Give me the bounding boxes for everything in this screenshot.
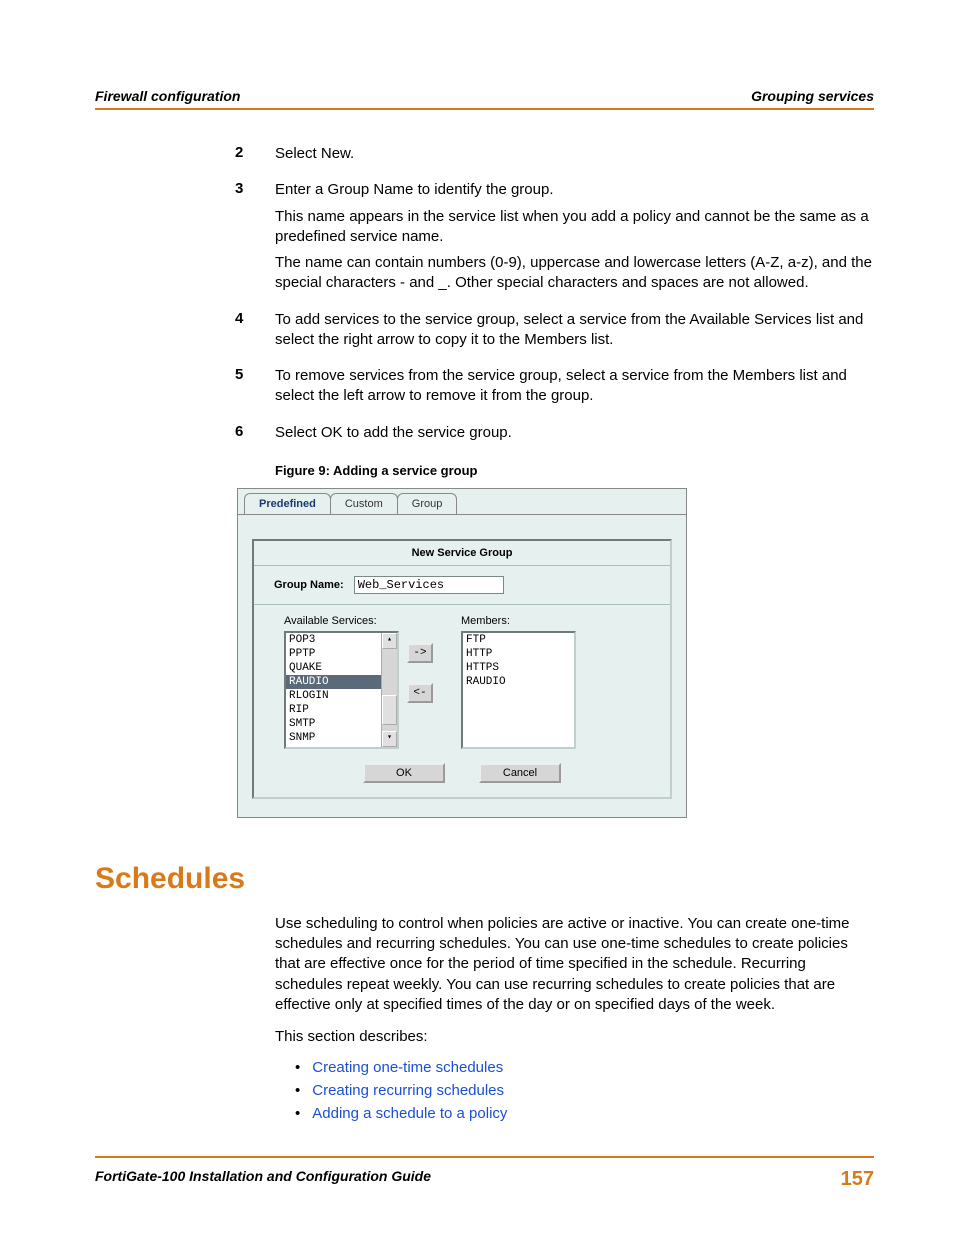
list-item[interactable]: HTTP — [463, 647, 574, 661]
list-item[interactable]: PPTP — [286, 647, 381, 661]
add-arrow-button[interactable]: -> — [407, 643, 433, 663]
cancel-button[interactable]: Cancel — [479, 763, 561, 783]
step-body: Enter a Group Name to identify the group… — [275, 180, 874, 299]
step-5: 5To remove services from the service gro… — [235, 366, 874, 413]
step-number: 2 — [235, 144, 275, 170]
link-item: Adding a schedule to a policy — [295, 1105, 874, 1122]
main-content: 2Select New.3Enter a Group Name to ident… — [95, 144, 874, 818]
cross-reference-link[interactable]: Creating recurring schedules — [312, 1082, 504, 1099]
step-number: 3 — [235, 180, 275, 299]
group-name-input[interactable] — [354, 576, 504, 594]
step-3: 3Enter a Group Name to identify the grou… — [235, 180, 874, 299]
schedules-heading: Schedules — [95, 862, 874, 896]
step-body: Select OK to add the service group. — [275, 423, 874, 449]
scrollbar[interactable]: ▴ ▾ — [381, 633, 397, 747]
step-body: To add services to the service group, se… — [275, 310, 874, 357]
figure-9: Predefined Custom Group New Service Grou… — [235, 488, 874, 818]
new-service-group-panel: New Service Group Group Name: Available … — [252, 539, 672, 799]
link-item: Creating one-time schedules — [295, 1059, 874, 1076]
list-item[interactable]: RAUDIO — [463, 675, 574, 689]
list-item[interactable]: QUAKE — [286, 661, 381, 675]
page-footer: FortiGate-100 Installation and Configura… — [95, 1156, 874, 1191]
remove-arrow-button[interactable]: <- — [407, 683, 433, 703]
running-header: Firewall configuration Grouping services — [95, 88, 874, 110]
list-item[interactable]: RLOGIN — [286, 689, 381, 703]
step-text: To add services to the service group, se… — [275, 310, 874, 351]
panel-title: New Service Group — [254, 541, 670, 566]
tab-group[interactable]: Group — [397, 493, 458, 514]
schedules-intro: Use scheduling to control when policies … — [275, 914, 874, 1015]
scroll-thumb[interactable] — [382, 695, 397, 725]
members-list[interactable]: FTPHTTPHTTPSRAUDIO — [461, 631, 576, 749]
list-item[interactable]: SNMP — [286, 731, 381, 745]
list-item[interactable]: FTP — [463, 633, 574, 647]
scroll-up-icon[interactable]: ▴ — [382, 633, 397, 649]
footer-text: FortiGate-100 Installation and Configura… — [95, 1168, 431, 1191]
step-body: Select New. — [275, 144, 874, 170]
step-2: 2Select New. — [235, 144, 874, 170]
page-number: 157 — [841, 1168, 874, 1191]
service-group-dialog: Predefined Custom Group New Service Grou… — [237, 488, 687, 818]
step-number: 4 — [235, 310, 275, 357]
header-left: Firewall configuration — [95, 88, 240, 104]
step-text: Enter a Group Name to identify the group… — [275, 180, 874, 200]
step-text: Select OK to add the service group. — [275, 423, 874, 443]
link-item: Creating recurring schedules — [295, 1082, 874, 1099]
step-4: 4To add services to the service group, s… — [235, 310, 874, 357]
tab-bar: Predefined Custom Group — [238, 489, 686, 515]
ok-button[interactable]: OK — [363, 763, 445, 783]
step-text: To remove services from the service grou… — [275, 366, 874, 407]
list-item[interactable]: POP3 — [286, 633, 381, 647]
cross-reference-link[interactable]: Creating one-time schedules — [312, 1059, 503, 1076]
list-item[interactable]: RAUDIO — [286, 675, 381, 689]
list-item[interactable]: SMTP — [286, 717, 381, 731]
group-name-label: Group Name: — [274, 579, 344, 591]
step-text: Select New. — [275, 144, 874, 164]
available-services-list[interactable]: POP3PPTPQUAKERAUDIORLOGINRIPSMTPSNMP ▴ ▾ — [284, 631, 399, 749]
header-right: Grouping services — [751, 88, 874, 104]
step-body: To remove services from the service grou… — [275, 366, 874, 413]
step-number: 5 — [235, 366, 275, 413]
schedules-describes: This section describes: — [275, 1027, 874, 1047]
tab-predefined[interactable]: Predefined — [244, 493, 331, 514]
list-item[interactable]: RIP — [286, 703, 381, 717]
step-6: 6Select OK to add the service group. — [235, 423, 874, 449]
figure-caption: Figure 9: Adding a service group — [275, 463, 874, 478]
schedules-links: Creating one-time schedules Creating recu… — [295, 1059, 874, 1122]
tab-custom[interactable]: Custom — [330, 493, 398, 514]
members-label: Members: — [461, 615, 576, 627]
step-text: This name appears in the service list wh… — [275, 207, 874, 248]
scroll-down-icon[interactable]: ▾ — [382, 731, 397, 747]
list-item[interactable]: HTTPS — [463, 661, 574, 675]
available-services-label: Available Services: — [284, 615, 399, 627]
cross-reference-link[interactable]: Adding a schedule to a policy — [312, 1105, 507, 1122]
step-text: The name can contain numbers (0-9), uppe… — [275, 253, 874, 294]
step-number: 6 — [235, 423, 275, 449]
